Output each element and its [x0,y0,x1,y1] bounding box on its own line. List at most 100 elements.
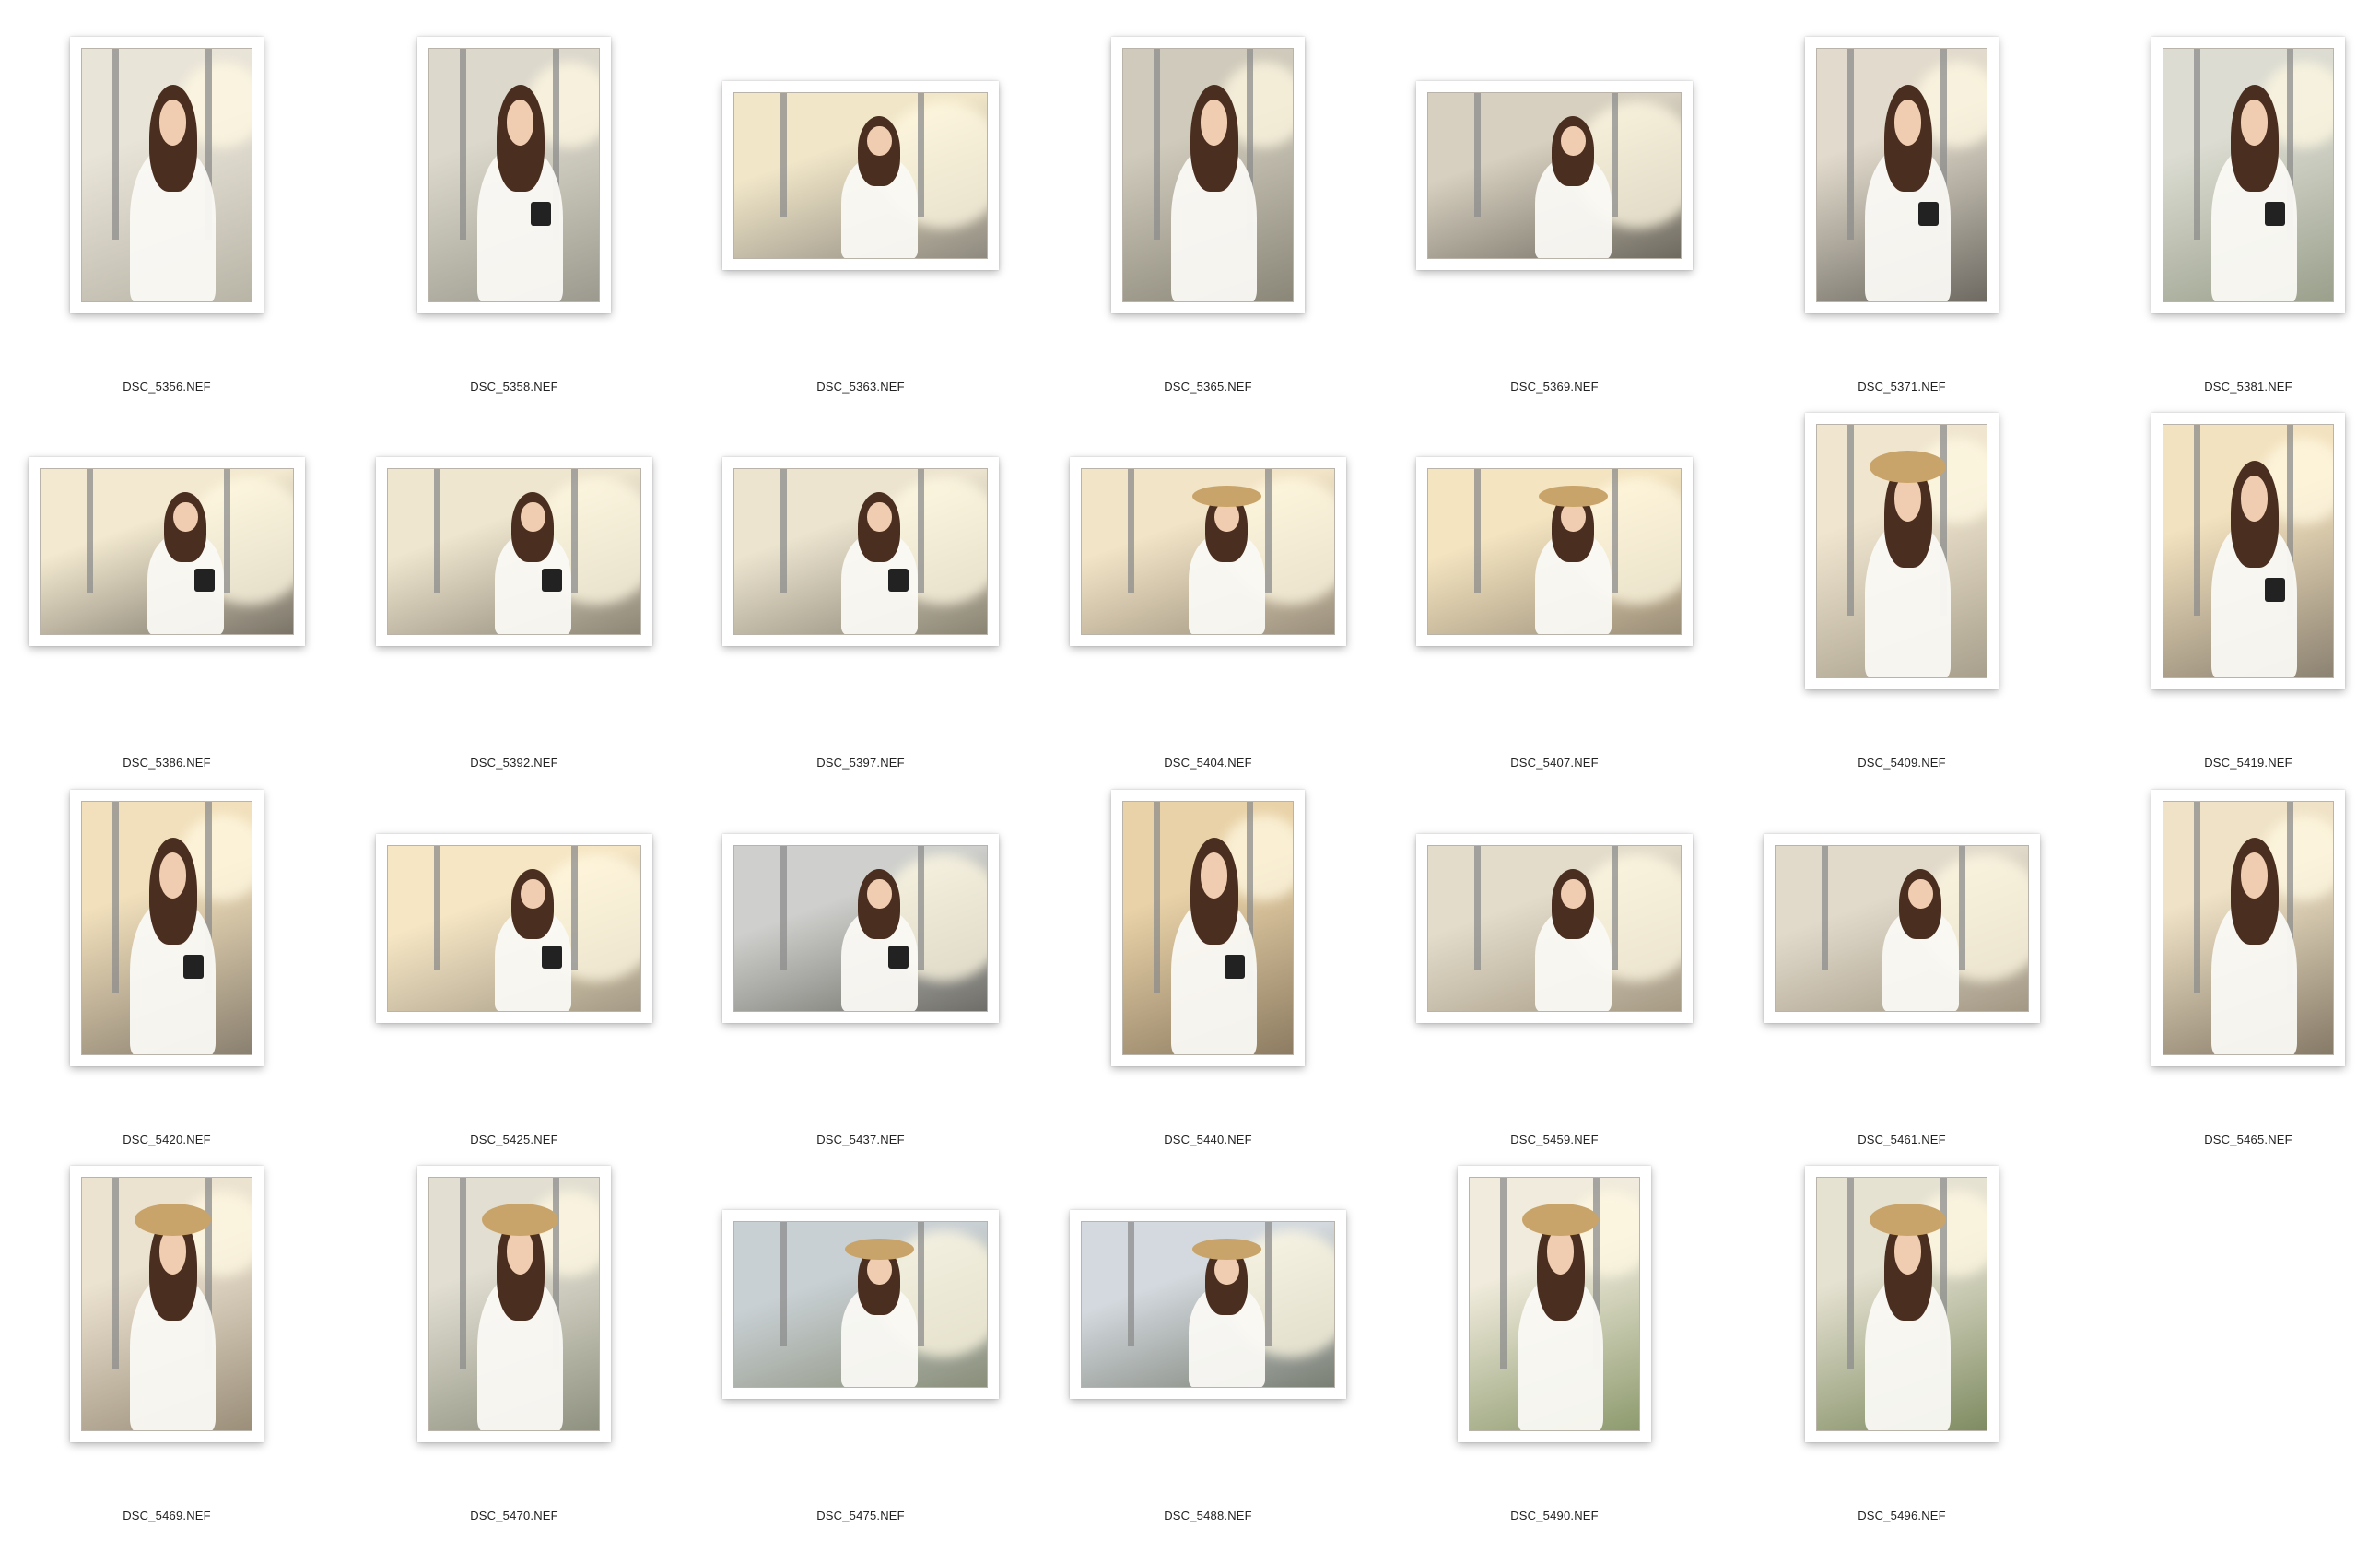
thumbnail-cell[interactable]: DSC_5363.NEF [687,37,1034,413]
thumbnail-cell[interactable]: DSC_5488.NEF [1035,1166,1381,1542]
thumbnail-frame[interactable] [1805,37,1999,313]
thumbnail-frame[interactable] [722,456,999,646]
thumbnail-frame[interactable] [2151,790,2345,1066]
camera-icon [2264,577,2286,602]
photo-thumbnail[interactable] [1427,91,1682,259]
photo-thumbnail[interactable] [1427,467,1682,635]
photo-thumbnail[interactable] [1427,844,1682,1012]
photo-thumbnail[interactable] [1081,467,1335,635]
thumbnail-frame[interactable] [2151,37,2345,313]
photo-thumbnail[interactable] [428,48,600,302]
thumbnail-cell[interactable]: DSC_5409.NEF [1729,413,2075,789]
thumbnail-frame[interactable] [1764,833,2040,1023]
photo-thumbnail[interactable] [1469,1177,1640,1431]
thumbnail-cell[interactable]: DSC_5496.NEF [1729,1166,2075,1542]
thumbnail-frame[interactable] [1070,456,1346,646]
thumbnail-cell[interactable]: DSC_5356.NEF [0,37,340,413]
shelter-pole [1154,802,1161,993]
photo-thumbnail[interactable] [40,467,294,635]
photo-thumbnail[interactable] [81,1177,252,1431]
photo-thumbnail[interactable] [1816,1177,1987,1431]
file-name-label: DSC_5469.NEF [123,1509,211,1522]
thumbnail-cell[interactable]: DSC_5470.NEF [341,1166,687,1542]
camera-icon [2264,201,2286,226]
thumbnail-cell[interactable]: DSC_5465.NEF [2075,790,2380,1166]
photo-thumbnail[interactable] [1122,801,1294,1055]
photo-thumbnail[interactable] [387,844,641,1012]
thumbnail-frame[interactable] [722,80,999,270]
photo-thumbnail[interactable] [387,467,641,635]
photo-thumbnail[interactable] [428,1177,600,1431]
thumbnail-frame[interactable] [1416,456,1693,646]
thumbnail-cell[interactable]: DSC_5358.NEF [341,37,687,413]
thumbnail-cell[interactable]: DSC_5365.NEF [1035,37,1381,413]
photo-thumbnail[interactable] [733,91,988,259]
thumbnail-frame[interactable] [1111,37,1305,313]
thumbnail-cell[interactable]: DSC_5397.NEF [687,413,1034,789]
thumbnail-frame[interactable] [29,456,305,646]
shelter-pole [112,802,120,993]
thumbnail-cell[interactable]: DSC_5437.NEF [687,790,1034,1166]
thumbnail-frame[interactable] [1805,413,1999,689]
photo-thumbnail[interactable] [1816,424,1987,678]
shelter-pole [1611,845,1618,971]
photo-thumbnail[interactable] [2163,801,2334,1055]
photo-thumbnail[interactable] [733,467,988,635]
thumbnail-cell[interactable]: DSC_5419.NEF [2075,413,2380,789]
thumbnail-cell[interactable]: DSC_5490.NEF [1381,1166,1728,1542]
photo-thumbnail[interactable] [1122,48,1294,302]
thumbnail-cell[interactable]: DSC_5459.NEF [1381,790,1728,1166]
straw-hat [845,1238,914,1261]
thumbnail-frame[interactable] [376,456,652,646]
thumbnail-cell[interactable]: DSC_5404.NEF [1035,413,1381,789]
photo-thumbnail[interactable] [81,48,252,302]
thumbnail-frame[interactable] [1111,790,1305,1066]
thumbnail-frame[interactable] [1416,80,1693,270]
thumbnail-cell[interactable]: DSC_5425.NEF [341,790,687,1166]
thumbnail-frame[interactable] [2151,413,2345,689]
thumbnail-frame[interactable] [1070,1209,1346,1399]
shelter-pole [2194,802,2201,993]
shelter-pole [780,845,787,971]
photo-thumbnail[interactable] [1081,1220,1335,1388]
thumbnail-frame[interactable] [70,37,264,313]
file-name-label: DSC_5407.NEF [1510,756,1599,770]
thumbnail-cell[interactable]: DSC_5461.NEF [1729,790,2075,1166]
thumbnail-frame[interactable] [70,790,264,1066]
thumbnail-cell[interactable]: DSC_5381.NEF [2075,37,2380,413]
thumbnail-frame[interactable] [722,1209,999,1399]
photo-thumbnail[interactable] [733,844,988,1012]
thumbnail-frame[interactable] [417,37,611,313]
photo-thumbnail[interactable] [2163,48,2334,302]
camera-icon [542,946,562,969]
thumbnail-cell[interactable]: DSC_5369.NEF [1381,37,1728,413]
thumbnail-cell[interactable]: DSC_5475.NEF [687,1166,1034,1542]
photo-thumbnail[interactable] [2163,424,2334,678]
thumbnail-cell[interactable]: DSC_5420.NEF [0,790,340,1166]
thumbnail-cell[interactable]: DSC_5386.NEF [0,413,340,789]
thumbnail-frame[interactable] [1805,1166,1999,1442]
thumbnail-frame[interactable] [417,1166,611,1442]
file-name-label: DSC_5356.NEF [123,380,211,394]
shelter-pole [1611,468,1618,594]
thumbnail-cell[interactable]: DSC_5371.NEF [1729,37,2075,413]
thumbnail-frame[interactable] [70,1166,264,1442]
file-name-label: DSC_5490.NEF [1510,1509,1599,1522]
thumbnail-frame[interactable] [376,833,652,1023]
thumbnail-cell[interactable]: DSC_5469.NEF [0,1166,340,1542]
photo-thumbnail[interactable] [1775,844,2029,1012]
file-name-label: DSC_5437.NEF [816,1133,905,1146]
photo-thumbnail[interactable] [81,801,252,1055]
file-name-label: DSC_5381.NEF [2204,380,2292,394]
photo-thumbnail[interactable] [1816,48,1987,302]
file-name-label: DSC_5392.NEF [470,756,558,770]
photo-thumbnail[interactable] [733,1220,988,1388]
photo-grid: DSC_5356.NEF DSC_5358.NEF DSC_5363.NEF DSC_… [0,0,2380,1551]
thumbnail-frame[interactable] [1416,833,1693,1023]
thumbnail-frame[interactable] [1458,1166,1651,1442]
thumbnail-cell[interactable]: DSC_5407.NEF [1381,413,1728,789]
thumbnail-cell[interactable]: DSC_5440.NEF [1035,790,1381,1166]
thumbnail-cell[interactable]: DSC_5392.NEF [341,413,687,789]
face-shape [867,125,892,157]
thumbnail-frame[interactable] [722,833,999,1023]
